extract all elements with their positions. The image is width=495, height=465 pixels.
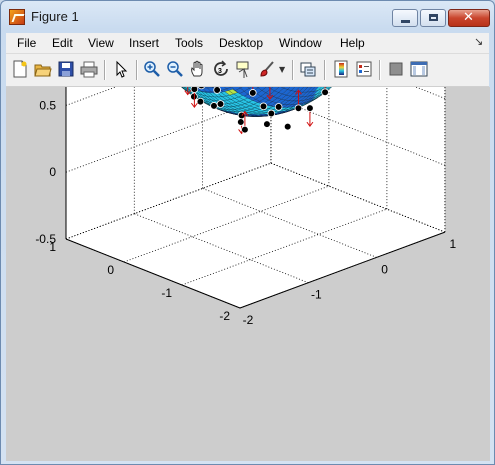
data-cursor-icon[interactable]	[235, 60, 253, 78]
z-tick-label: 0.5	[39, 98, 56, 112]
rotate-3d-icon[interactable]: 3	[212, 60, 230, 78]
data-point	[196, 97, 205, 106]
data-point	[248, 89, 257, 97]
data-point	[267, 109, 276, 118]
edit-plot-icon[interactable]	[112, 60, 130, 78]
menu-bar: File Edit View Insert Tools Desktop Wind…	[6, 33, 489, 54]
minimize-button[interactable]	[392, 9, 418, 27]
surface-plot[interactable]: -0.500.511.52-2-101-2-101	[6, 0, 490, 461]
show-plot-tools-icon[interactable]	[410, 60, 428, 78]
toolbar-separator	[136, 60, 138, 80]
toolbar-separator	[292, 60, 294, 80]
minimize-icon	[401, 20, 410, 23]
save-icon[interactable]	[57, 60, 75, 78]
x-tick-label: -1	[311, 288, 322, 302]
colorbar-icon[interactable]	[332, 60, 350, 78]
figure-window: Figure 1 ✕ File Edit View Insert Tools D…	[0, 0, 495, 465]
toolbar-separator	[104, 60, 106, 80]
x-tick-label: -2	[243, 313, 254, 327]
data-point	[283, 122, 292, 131]
y-tick-label: 0	[107, 263, 114, 277]
menu-window[interactable]: Window	[279, 36, 322, 50]
menu-view[interactable]: View	[88, 36, 114, 50]
close-button[interactable]: ✕	[448, 9, 490, 27]
menu-edit[interactable]: Edit	[52, 36, 73, 50]
data-point	[241, 125, 249, 134]
menu-help[interactable]: Help	[340, 36, 365, 50]
data-point	[216, 100, 225, 108]
title-bar[interactable]: Figure 1 ✕	[1, 1, 494, 31]
y-tick-label: -1	[161, 286, 172, 300]
print-icon[interactable]	[80, 60, 98, 78]
open-file-icon[interactable]	[34, 60, 52, 78]
data-point	[259, 102, 268, 111]
matlab-icon	[9, 9, 25, 25]
data-point	[263, 120, 271, 128]
close-icon: ✕	[463, 10, 474, 25]
toolbar-separator	[324, 60, 326, 80]
y-tick-label: 1	[49, 240, 56, 254]
menu-desktop[interactable]: Desktop	[219, 36, 263, 50]
menu-tools[interactable]: Tools	[175, 36, 203, 50]
zoom-out-icon[interactable]	[166, 60, 184, 78]
data-point	[321, 88, 329, 97]
data-point	[294, 104, 303, 113]
plot-axes	[65, 0, 446, 309]
brush-icon[interactable]	[258, 60, 276, 78]
toolbar-separator	[379, 60, 381, 80]
x-tick-label: 1	[450, 237, 457, 251]
y-tick-label: -2	[219, 309, 230, 323]
legend-icon[interactable]	[355, 60, 373, 78]
hide-plot-tools-icon[interactable]	[387, 60, 405, 78]
brush-dropdown-icon[interactable]: ▼	[279, 65, 285, 74]
data-point	[190, 85, 199, 93]
menu-insert[interactable]: Insert	[129, 36, 159, 50]
menu-dock-arrow-icon[interactable]: ↘	[474, 35, 483, 48]
svg-text:3: 3	[218, 68, 222, 75]
maximize-button[interactable]	[420, 9, 446, 27]
figure-toolbar: 3 ▼	[6, 54, 489, 87]
data-point	[274, 103, 283, 111]
menu-file[interactable]: File	[17, 36, 36, 50]
data-point	[237, 118, 245, 126]
maximize-icon	[429, 14, 438, 21]
figure-canvas[interactable]: -0.500.511.52-2-101-2-101	[6, 0, 490, 461]
window-title: Figure 1	[31, 9, 79, 24]
pan-icon[interactable]	[189, 60, 207, 78]
data-point	[210, 102, 218, 110]
zoom-in-icon[interactable]	[143, 60, 161, 78]
x-tick-label: 0	[381, 262, 388, 276]
new-figure-icon[interactable]	[11, 60, 29, 78]
data-point	[306, 104, 314, 112]
data-point	[213, 86, 221, 94]
link-plot-icon[interactable]	[299, 60, 317, 78]
z-tick-label: 0	[49, 165, 56, 179]
